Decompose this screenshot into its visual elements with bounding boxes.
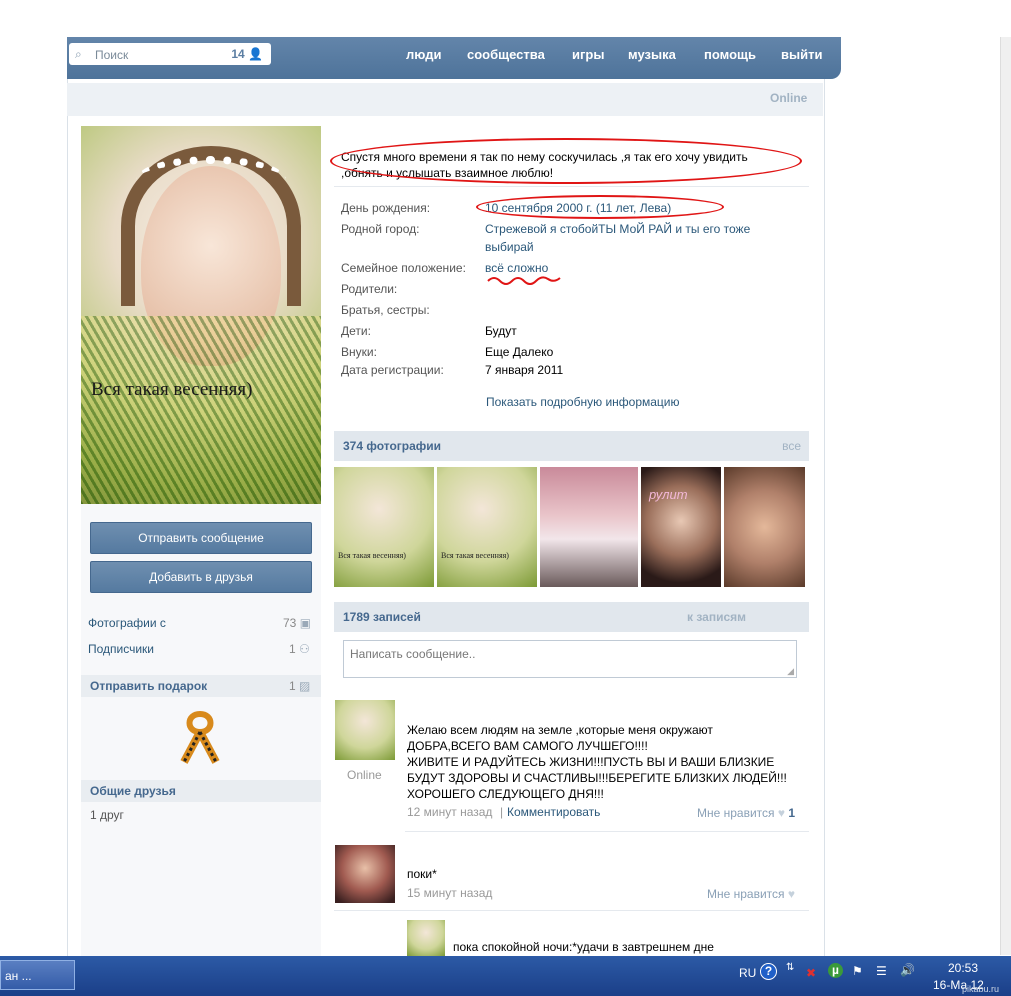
like-button[interactable]: Мне нравится ♥ 1 — [697, 806, 795, 820]
resize-handle-icon[interactable]: ◢ — [787, 666, 794, 677]
sidebar-item-subscribers[interactable]: Подписчики — [88, 642, 154, 656]
post-author-avatar[interactable] — [335, 845, 395, 903]
label-grandchildren: Внуки: — [341, 345, 377, 359]
profile-avatar[interactable]: Вся такая весенняя) — [81, 126, 321, 504]
flag-icon[interactable]: ⚑ — [852, 964, 863, 978]
heart-icon: ♥ — [777, 806, 786, 820]
people-icon: ⚇ — [299, 642, 310, 656]
add-friend-button[interactable]: Добавить в друзья — [90, 561, 312, 593]
comment-link[interactable]: Комментировать — [507, 805, 600, 819]
heart-icon: ♥ — [787, 887, 796, 901]
value-grandchildren: Еще Далеко — [485, 345, 554, 359]
search-count: 14 👤 — [231, 47, 263, 61]
gift-header[interactable]: Отправить подарок — [81, 675, 321, 697]
wall-input-placeholder: Написать сообщение.. — [350, 647, 476, 661]
photos-all-link[interactable]: все — [782, 439, 801, 453]
network-icon[interactable]: ☰ — [876, 964, 887, 978]
search-placeholder: Поиск — [95, 48, 129, 62]
post-separator: | — [500, 805, 504, 819]
profile-header-strip — [67, 83, 823, 116]
search-icon: ⌕ — [75, 47, 82, 61]
nav-logout[interactable]: выйти — [781, 47, 822, 62]
wall-header: 1789 записей к записям — [334, 602, 809, 632]
common-friends-title: Общие друзья — [90, 784, 176, 798]
search-box[interactable]: ⌕ Поиск 14 👤 — [69, 43, 271, 65]
post-text: Желаю всем людям на земле ,которые меня … — [407, 723, 787, 801]
value-relationship[interactable]: всё сложно — [485, 261, 548, 275]
value-hometown[interactable]: Стрежевой я стобойТЫ МоЙ РАЙ и ты его то… — [485, 222, 750, 236]
gift-count: 1 ▨ — [289, 679, 311, 693]
nav-help[interactable]: помощь — [704, 47, 756, 62]
label-parents: Родители: — [341, 282, 398, 296]
post-text: поки* — [407, 867, 437, 881]
gift-title: Отправить подарок — [90, 679, 208, 693]
nav-people[interactable]: люди — [406, 47, 441, 62]
photo-thumbnail[interactable]: Вся такая весенняя) — [334, 467, 434, 587]
photos-title: 374 фотографии — [343, 439, 442, 453]
photo-thumbnail[interactable]: Вся такая весенняя) — [437, 467, 537, 587]
volume-icon[interactable]: 🔊 — [900, 963, 915, 977]
label-registration: Дата регистрации: — [341, 363, 444, 377]
label-birthday: День рождения: — [341, 201, 431, 215]
taskbar-task-button[interactable]: ан ... — [0, 960, 75, 990]
label-relationship: Семейное положение: — [341, 261, 466, 275]
divider — [334, 186, 809, 187]
window-scrollbar[interactable] — [1000, 37, 1011, 955]
show-more-link[interactable]: Показать подробную информацию — [486, 395, 680, 409]
watermark: pikabu.ru — [962, 984, 1000, 994]
user-icon: 👤 — [248, 47, 263, 61]
label-children: Дети: — [341, 324, 371, 338]
red-annotation-ellipse-status — [330, 138, 802, 184]
post-author-avatar[interactable] — [335, 700, 395, 760]
help-icon[interactable]: ? — [760, 963, 777, 980]
photos-header[interactable]: 374 фотографии все — [334, 431, 809, 461]
reply-text: пока спокойной ночи:*удачи в завтрешнем … — [453, 940, 714, 954]
post-time[interactable]: 12 минут назад — [407, 805, 492, 819]
divider — [334, 910, 809, 911]
common-friends-header[interactable]: Общие друзья — [81, 780, 321, 802]
online-status: Online — [770, 91, 808, 105]
red-annotation-ellipse-birthday — [476, 195, 724, 219]
wall-post-input[interactable]: Написать сообщение.. ◢ — [343, 640, 797, 678]
label-siblings: Братья, сестры: — [341, 303, 430, 317]
photos-count: 73 ▣ — [283, 616, 312, 630]
st-george-ribbon-icon[interactable] — [176, 706, 224, 766]
send-message-button[interactable]: Отправить сообщение — [90, 522, 312, 554]
nav-games[interactable]: игры — [572, 47, 604, 62]
gift-icon: ▨ — [299, 679, 311, 693]
post-time[interactable]: 15 минут назад — [407, 886, 492, 900]
photo-thumbnail[interactable] — [724, 467, 805, 587]
camera-icon: ▣ — [299, 616, 312, 630]
utorrent-icon[interactable]: µ — [828, 963, 843, 978]
value-children: Будут — [485, 324, 517, 338]
wall-title: 1789 записей — [343, 610, 421, 624]
photo-thumbnail[interactable] — [540, 467, 638, 587]
common-friends-count: 1 друг — [90, 808, 124, 822]
label-hometown: Родной город: — [341, 222, 420, 236]
reply-author-avatar[interactable] — [407, 920, 445, 956]
clock-time[interactable]: 20:53 — [948, 961, 978, 975]
subscribers-count: 1 ⚇ — [289, 642, 310, 656]
value-hometown-2[interactable]: выбирай — [485, 240, 534, 254]
photo-thumbnail[interactable]: рулит — [641, 467, 721, 587]
to-posts-link[interactable]: к записям — [687, 610, 746, 624]
antivirus-icon[interactable]: ✖ — [806, 966, 816, 980]
sidebar-item-photos[interactable]: Фотографии с — [88, 616, 166, 630]
tray-arrows-icon[interactable]: ⇅ — [786, 962, 794, 973]
nav-music[interactable]: музыка — [628, 47, 676, 62]
avatar-caption: Вся такая весенняя) — [91, 379, 253, 400]
value-registration: 7 января 2011 — [485, 363, 564, 377]
language-indicator[interactable]: RU — [739, 966, 756, 980]
nav-communities[interactable]: сообщества — [467, 47, 545, 62]
divider — [405, 831, 809, 832]
red-annotation-underline — [487, 276, 561, 285]
like-button[interactable]: Мне нравится ♥ — [707, 887, 795, 901]
post-author-online: Online — [347, 768, 382, 782]
